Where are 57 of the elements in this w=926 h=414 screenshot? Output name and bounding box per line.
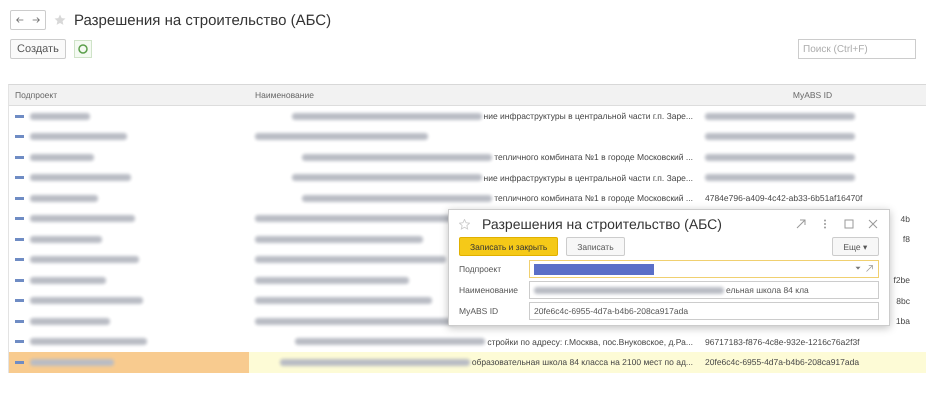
star-icon[interactable] (54, 14, 66, 26)
dialog-title: Разрешения на строительство (АБС) (482, 216, 722, 232)
item-icon (15, 340, 24, 344)
save-and-close-button[interactable]: Записать и закрыть (459, 237, 558, 256)
item-icon (15, 258, 24, 262)
blurred-text (30, 194, 98, 202)
selected-cell[interactable] (9, 352, 249, 372)
item-icon (15, 320, 24, 323)
create-button[interactable]: Создать (10, 39, 66, 59)
table-cell: тепличного комбината №1 в городе Московский ... (494, 152, 693, 162)
table-cell: ние инфраструктуры в центральной части г.п. Заре... (484, 111, 693, 122)
table-cell: тепличного комбината №1 в городе Московский ... (494, 193, 693, 204)
item-icon (15, 217, 24, 220)
table-cell: образовательная школа 84 класса на 2100 мест по ад... (472, 357, 693, 368)
save-button[interactable]: Записать (566, 237, 625, 256)
item-icon (15, 196, 24, 200)
column-header[interactable]: MyABS ID (699, 85, 926, 105)
item-icon (15, 238, 24, 241)
input-field[interactable]: ельная школа 84 кла (529, 281, 879, 299)
back-icon[interactable] (15, 15, 25, 25)
link-icon[interactable] (795, 218, 807, 230)
table-cell: 1ba (896, 316, 910, 326)
item-icon (15, 135, 24, 138)
table-cell: 96717183-f876-4c8e-932e-1216c76a2f3f (705, 336, 860, 347)
window-title: Разрешения на строительство (АБС) (74, 12, 332, 28)
maximize-icon[interactable] (843, 218, 855, 230)
more-button[interactable]: Еще ▾ (832, 237, 879, 256)
blurred-text (30, 236, 102, 243)
item-icon (15, 176, 24, 180)
item-icon (15, 360, 24, 364)
forward-icon[interactable] (31, 15, 41, 25)
blurred-text (30, 112, 90, 120)
table-cell: 4b (900, 214, 910, 224)
item-icon (15, 114, 24, 118)
field-label: MyABS ID (459, 306, 500, 316)
item-icon (15, 278, 24, 282)
table-cell: 20fe6c4c-6955-4d7a-b4b6-208ca917ada (705, 357, 860, 368)
item-icon (15, 156, 24, 159)
search-field[interactable]: Поиск (Ctrl+F) (798, 39, 916, 59)
column-header[interactable]: Подпроект (9, 85, 249, 105)
table-cell: 8bc (896, 296, 910, 306)
table-cell: стройки по адресу: г.Москва, пос.Внуковское, д.Ра... (487, 336, 693, 347)
field-label: Наименование (459, 285, 519, 295)
table-cell: f8 (902, 234, 910, 244)
blurred-text (30, 154, 94, 161)
table-cell: 4784e796-a409-4c42-ab33-6b51af16470f (705, 193, 862, 204)
column-header[interactable]: Наименование (249, 85, 699, 105)
refresh-icon[interactable] (74, 40, 92, 58)
item-icon (15, 299, 24, 302)
link-icon[interactable] (865, 264, 874, 273)
field-label: Подпроект (459, 264, 502, 274)
star-icon[interactable] (459, 218, 470, 230)
select-field[interactable] (529, 260, 879, 278)
table-cell: ние инфраструктуры в центральной части г.п. Заре... (484, 172, 693, 183)
table-cell: f2be (893, 275, 910, 286)
close-icon[interactable] (867, 218, 879, 230)
input-field[interactable]: 20fe6c4c-6955-4d7a-b4b6-208ca917ada (529, 302, 879, 320)
